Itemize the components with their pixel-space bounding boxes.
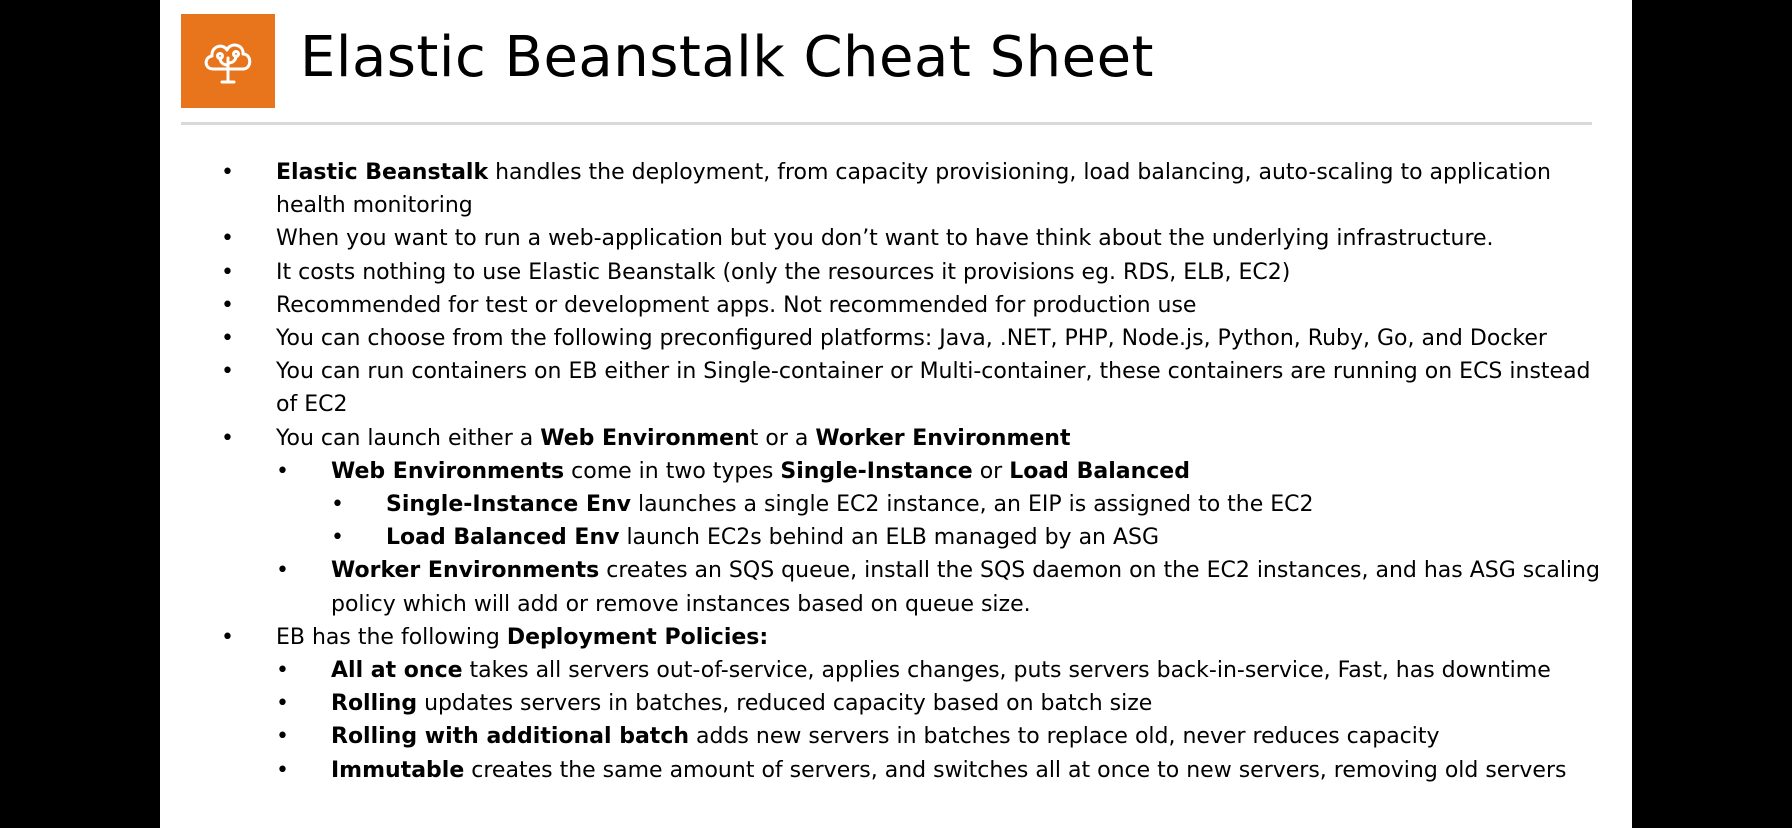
elastic-beanstalk-logo (181, 14, 275, 108)
bullet-text: or (972, 458, 1010, 484)
bullet-bold-text: Deployment Policies: (506, 624, 769, 650)
bullet-bold-text: Worker Environment (815, 425, 1071, 451)
bullet-item: Elastic Beanstalk handles the deployment… (221, 156, 1601, 222)
bullet-text: t or a (749, 425, 816, 451)
bullet-item: Recommended for test or development apps… (221, 289, 1601, 322)
bullet-bold-text: All at once (331, 658, 463, 684)
bullet-item: Web Environments come in two types Singl… (221, 455, 1601, 488)
bullet-bold-text: Rolling (331, 691, 418, 717)
bullet-text: creates the same amount of servers, and … (464, 757, 1567, 783)
bullet-item: You can run containers on EB either in S… (221, 355, 1601, 421)
bullet-item: Rolling with additional batch adds new s… (221, 720, 1601, 753)
bullet-bold-text: Web Environmen (540, 425, 750, 451)
bullet-bold-text: Single-Instance (780, 458, 973, 484)
bullet-bold-text: Elastic Beanstalk (276, 160, 489, 185)
bullet-text: launches a single EC2 instance, an EIP i… (631, 492, 1314, 518)
bullet-item: It costs nothing to use Elastic Beanstal… (221, 256, 1601, 289)
bullet-bold-text: Load Balanced (1009, 458, 1190, 484)
bullet-item: EB has the following Deployment Policies… (221, 621, 1601, 654)
bullet-bold-text: Load Balanced Env (386, 525, 620, 551)
bullet-text: launch EC2s behind an ELB managed by an … (619, 525, 1160, 551)
bullet-item: Rolling updates servers in batches, redu… (221, 687, 1601, 720)
bullet-item: You can choose from the following precon… (221, 322, 1601, 355)
bullet-bold-text: Single-Instance Env (386, 492, 632, 518)
bullet-text: EB has the following (276, 624, 507, 650)
bullet-item: You can launch either a Web Environment … (221, 422, 1601, 455)
bullet-bold-text: Rolling with additional batch (331, 724, 690, 750)
bullet-text: You can choose from the following precon… (276, 326, 1547, 352)
bullet-item: Single-Instance Env launches a single EC… (221, 488, 1601, 521)
bullet-bold-text: Immutable (331, 757, 465, 783)
bullet-item: Immutable creates the same amount of ser… (221, 754, 1601, 787)
bullet-item: When you want to run a web-application b… (221, 222, 1601, 255)
bullet-text: updates servers in batches, reduced capa… (417, 691, 1153, 717)
bullet-bold-text: Worker Environments (331, 558, 600, 584)
slide-title: Elastic Beanstalk Cheat Sheet (300, 25, 1154, 90)
bullet-text: It costs nothing to use Elastic Beanstal… (276, 259, 1291, 285)
bullet-text: come in two types (564, 458, 781, 484)
title-divider (181, 122, 1592, 125)
bullet-text: You can run containers on EB either in S… (276, 359, 1591, 418)
bullet-item: Load Balanced Env launch EC2s behind an … (221, 521, 1601, 554)
bullet-text: You can launch either a (276, 425, 541, 451)
bullet-bold-text: Web Environments (331, 458, 565, 484)
bullet-text: When you want to run a web-application b… (276, 226, 1494, 252)
bullet-text: Recommended for test or development apps… (276, 292, 1197, 318)
bullet-list: Elastic Beanstalk handles the deployment… (221, 156, 1601, 787)
bullet-text: takes all servers out-of-service, applie… (462, 658, 1551, 684)
slide: Elastic Beanstalk Cheat Sheet Elastic Be… (160, 0, 1632, 828)
bullet-item: All at once takes all servers out-of-ser… (221, 654, 1601, 687)
bullet-text: adds new servers in batches to replace o… (689, 724, 1440, 750)
bullet-item: Worker Environments creates an SQS queue… (221, 554, 1601, 620)
elastic-beanstalk-icon (204, 43, 252, 84)
